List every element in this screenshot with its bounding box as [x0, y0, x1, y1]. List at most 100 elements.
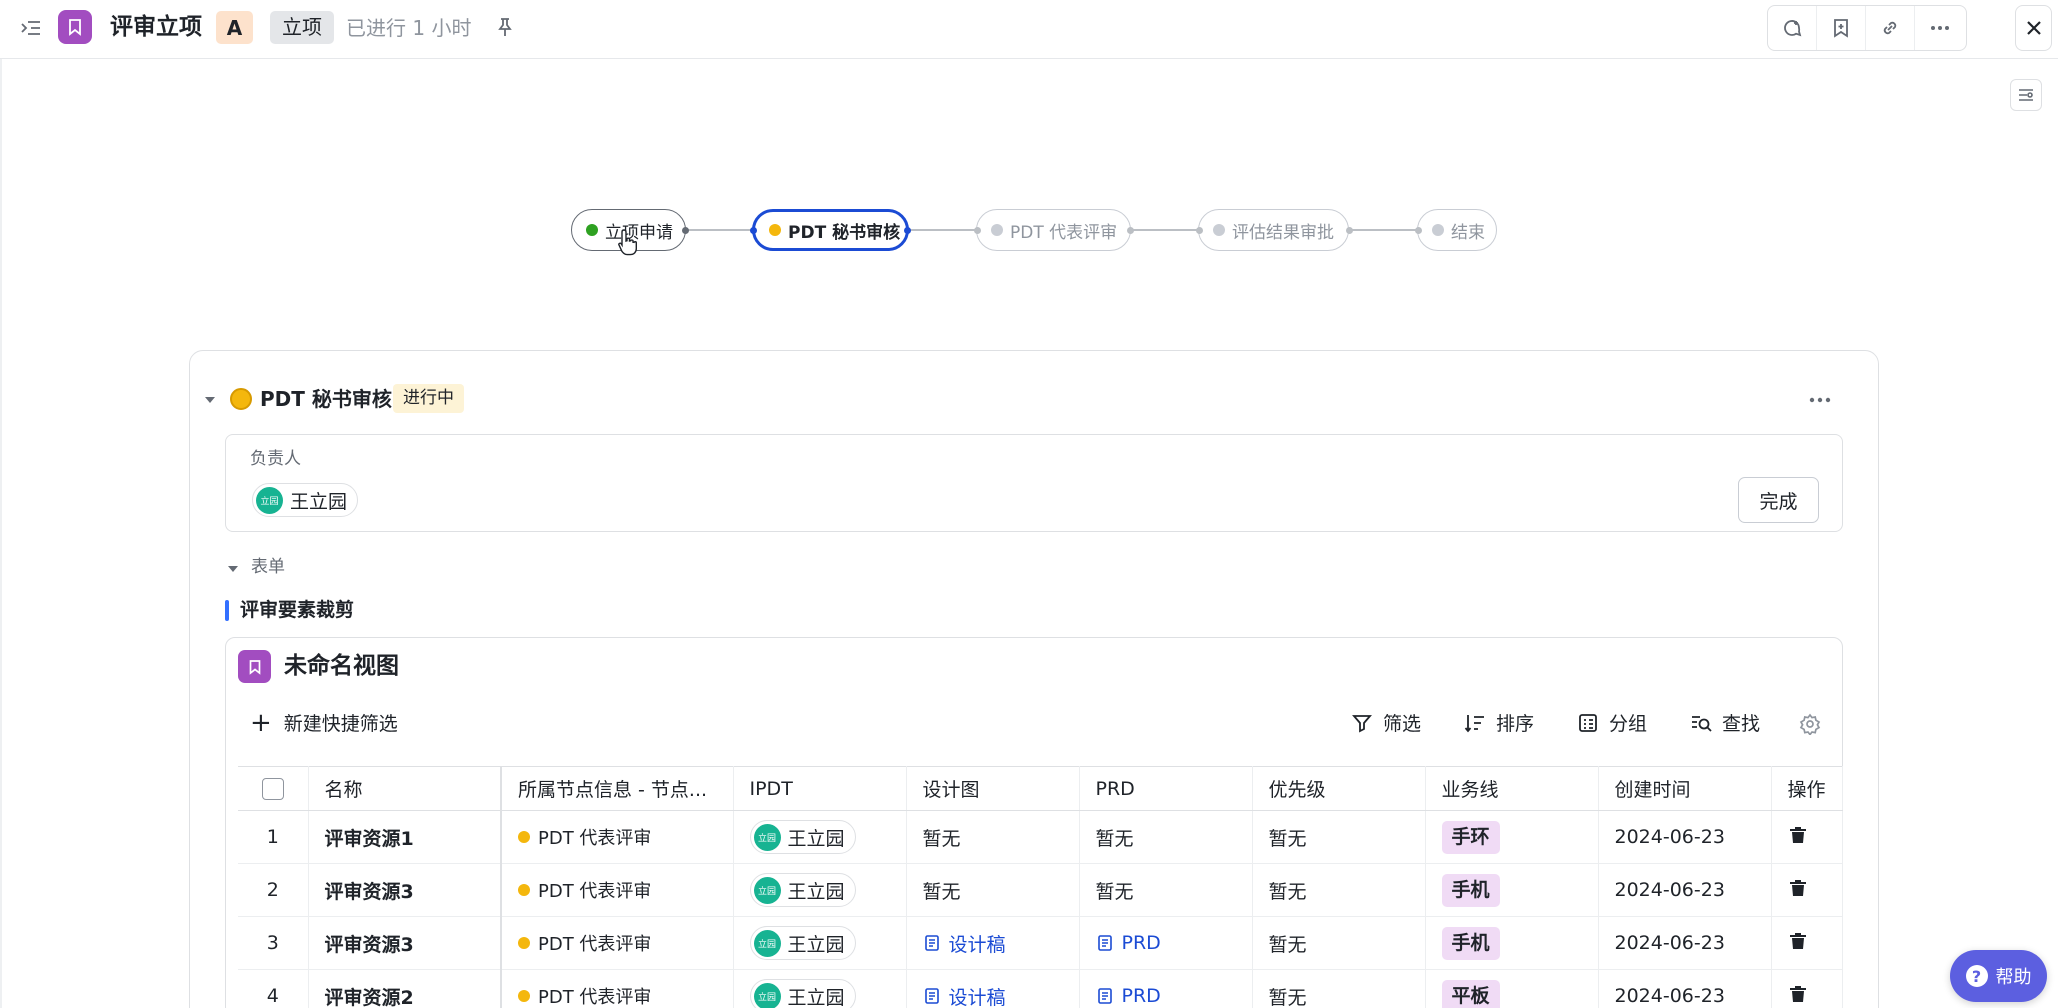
column-header[interactable]: 业务线: [1425, 766, 1599, 811]
table-row[interactable]: 1 评审资源1 PDT 代表评审 立园 王立园 暂无 暂无 暂无 手环 2024-…: [238, 810, 1843, 864]
table-row[interactable]: 3 评审资源3 PDT 代表评审 立园 王立园 设计稿 PRD 暂无 手机 202…: [238, 916, 1843, 970]
select-all-checkbox-cell[interactable]: [238, 766, 309, 811]
row-index: 4: [238, 969, 309, 1008]
view-bookmark-icon: [238, 650, 271, 683]
node-status-dot: [1213, 224, 1225, 236]
prd-link[interactable]: PRD: [1096, 985, 1236, 1007]
form-caret-icon[interactable]: [226, 561, 240, 575]
column-header[interactable]: IPDT: [733, 766, 907, 811]
design-link[interactable]: 设计稿: [923, 983, 1063, 1008]
flow-connector: [908, 229, 978, 231]
sort-button[interactable]: 排序: [1464, 709, 1534, 736]
business-line-tag: 手机: [1441, 926, 1500, 960]
row-name[interactable]: 评审资源1: [308, 810, 502, 864]
connector-dot: [1346, 227, 1353, 234]
design-link[interactable]: 设计稿: [923, 930, 1063, 957]
prd-link-label: PRD: [1121, 985, 1161, 1007]
flow-node-label: PDT 秘书审核: [788, 222, 901, 243]
more-icon[interactable]: [1915, 6, 1964, 50]
view-title[interactable]: 未命名视图: [284, 650, 399, 682]
row-prd: 暂无: [1079, 810, 1253, 864]
help-label: 帮助: [1995, 967, 2032, 988]
column-header: 操作: [1771, 766, 1843, 811]
comment-icon[interactable]: [1768, 6, 1817, 50]
trash-icon[interactable]: [1788, 932, 1808, 956]
row-node: PDT 代表评审: [501, 863, 734, 917]
close-icon[interactable]: [2015, 5, 2052, 51]
design-link-label: 设计稿: [948, 986, 1006, 1008]
complete-button[interactable]: 完成: [1738, 477, 1819, 523]
row-design: 暂无: [906, 863, 1080, 917]
node-status-dot: [586, 224, 598, 236]
column-header[interactable]: 设计图: [906, 766, 1080, 811]
select-all-checkbox[interactable]: [261, 777, 284, 800]
filter-button[interactable]: 筛选: [1351, 709, 1421, 736]
user-chip[interactable]: 立园 王立园: [749, 873, 856, 907]
avatar: 立园: [753, 823, 781, 851]
connector-dot: [904, 227, 911, 234]
trash-icon[interactable]: [1788, 985, 1808, 1008]
row-design: 设计稿: [906, 969, 1080, 1008]
doc-icon: [924, 988, 939, 1004]
form-label[interactable]: 表单: [251, 554, 285, 580]
trash-icon[interactable]: [1788, 826, 1808, 850]
records-table: 名称 所属节点信息 - 节点... IPDT 设计图 PRD 优先级 业务线 创…: [238, 766, 1843, 1008]
row-ipdt-name: 王立园: [787, 827, 845, 850]
flow-node-result-approval[interactable]: 评估结果审批: [1198, 209, 1349, 251]
row-node-label: PDT 代表评审: [538, 828, 652, 849]
field-title: 评审要素裁剪: [240, 599, 355, 621]
bookmark-add-icon[interactable]: [1817, 6, 1866, 50]
link-icon[interactable]: [1866, 6, 1915, 50]
row-created: 2024-06-23: [1598, 969, 1772, 1008]
gear-icon[interactable]: [1799, 713, 1821, 736]
row-name[interactable]: 评审资源2: [308, 969, 502, 1008]
design-link-label: 设计稿: [948, 933, 1006, 956]
row-name[interactable]: 评审资源3: [308, 916, 502, 970]
collapse-caret-icon[interactable]: [203, 392, 217, 406]
bookmark-app-icon: [58, 10, 92, 44]
user-chip[interactable]: 立园 王立园: [749, 820, 856, 854]
stage-more-icon[interactable]: [1806, 390, 1834, 410]
search-button[interactable]: 查找: [1690, 709, 1760, 736]
owner-chip[interactable]: 立园 王立园: [252, 483, 359, 517]
node-status-dot: [518, 937, 530, 949]
table-header-row: 名称 所属节点信息 - 节点... IPDT 设计图 PRD 优先级 业务线 创…: [238, 766, 1843, 811]
stage-tag[interactable]: 立项: [270, 11, 334, 44]
column-header[interactable]: 创建时间: [1598, 766, 1772, 811]
stage-status-dot: [230, 388, 252, 410]
business-line-tag: 平板: [1441, 979, 1500, 1008]
row-node-label: PDT 代表评审: [538, 934, 652, 955]
question-icon: ?: [1965, 965, 1988, 987]
column-header[interactable]: PRD: [1079, 766, 1253, 811]
flow-node-pdt-review[interactable]: PDT 代表评审: [976, 209, 1131, 251]
left-edge: [0, 59, 2, 1008]
row-ipdt: 立园 王立园: [733, 810, 907, 864]
help-button[interactable]: ? 帮助: [1950, 950, 2047, 1002]
row-ipdt: 立园 王立园: [733, 863, 907, 917]
user-chip[interactable]: 立园 王立园: [749, 926, 856, 960]
trash-icon[interactable]: [1788, 879, 1808, 903]
flow-node-label: 结束: [1451, 222, 1485, 243]
prd-link-label: PRD: [1121, 932, 1161, 954]
connector-dot: [750, 227, 757, 234]
layout-settings-icon[interactable]: [2010, 79, 2042, 111]
column-header[interactable]: 优先级: [1252, 766, 1426, 811]
user-chip[interactable]: 立园 王立园: [749, 979, 856, 1008]
table-row[interactable]: 2 评审资源3 PDT 代表评审 立园 王立园 暂无 暂无 暂无 手机 2024-…: [238, 863, 1843, 917]
row-priority: 暂无: [1252, 863, 1426, 917]
group-button[interactable]: 分组: [1577, 709, 1647, 736]
sidebar-toggle-icon[interactable]: [20, 17, 42, 39]
column-header[interactable]: 所属节点信息 - 节点...: [501, 766, 734, 811]
elapsed-status: 已进行 1 小时: [346, 16, 472, 40]
new-quick-filter-button[interactable]: + 新建快捷筛选: [250, 709, 398, 736]
field-accent-bar: [225, 600, 229, 621]
node-status-dot: [518, 990, 530, 1002]
column-header[interactable]: 名称: [308, 766, 502, 811]
node-status-dot: [1432, 224, 1444, 236]
prd-link[interactable]: PRD: [1096, 932, 1236, 954]
flow-node-end[interactable]: 结束: [1417, 209, 1497, 251]
flow-node-pdt-secretary[interactable]: PDT 秘书审核: [752, 209, 909, 251]
pin-icon[interactable]: [494, 16, 516, 38]
table-row[interactable]: 4 评审资源2 PDT 代表评审 立园 王立园 设计稿 PRD 暂无 平板 202…: [238, 969, 1843, 1008]
row-name[interactable]: 评审资源3: [308, 863, 502, 917]
